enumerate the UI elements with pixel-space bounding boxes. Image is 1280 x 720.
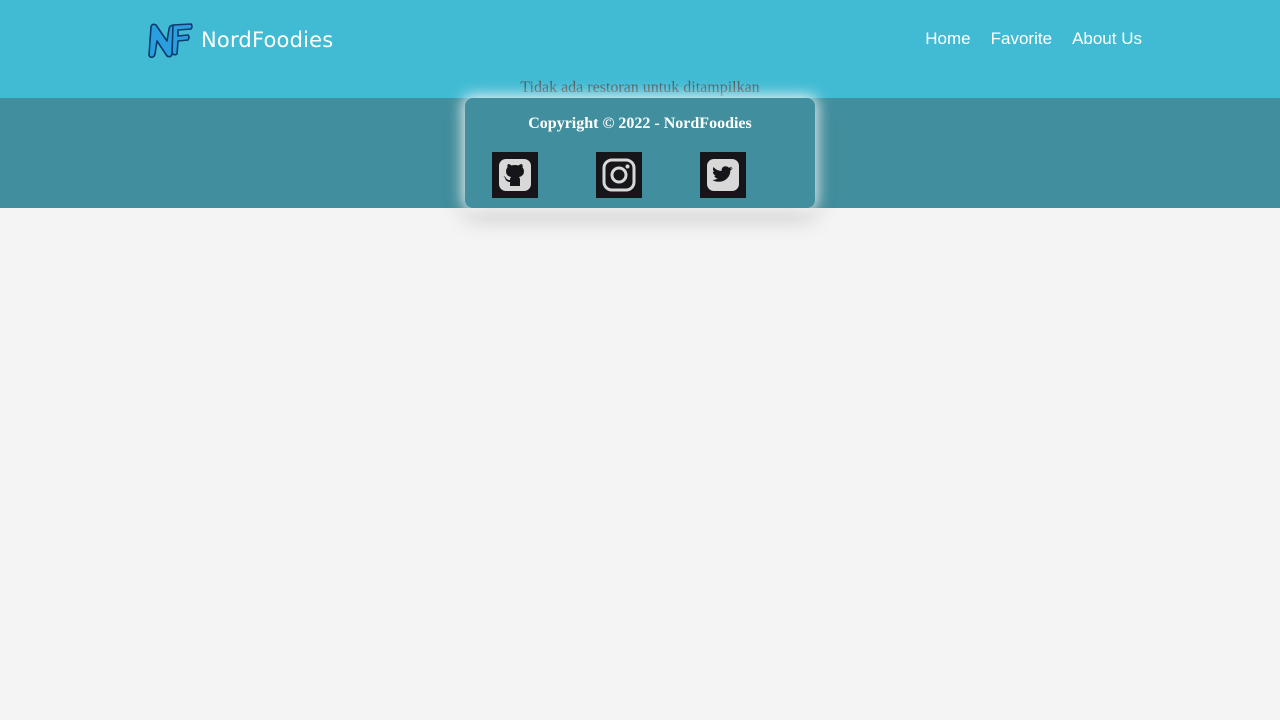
github-link[interactable]: [492, 152, 538, 198]
github-icon: [499, 159, 531, 191]
nav-favorite-link[interactable]: Favorite: [991, 29, 1052, 49]
nav-about-us-link[interactable]: About Us: [1072, 29, 1142, 49]
footer-card: Copyright © 2022 - NordFoodies: [465, 98, 815, 208]
brand-name: NordFoodies: [201, 28, 334, 52]
twitter-icon: [707, 159, 739, 191]
nav-home-link[interactable]: Home: [925, 29, 970, 49]
twitter-link[interactable]: [700, 152, 746, 198]
instagram-link[interactable]: [596, 152, 642, 198]
copyright-text: Copyright © 2022 - NordFoodies: [528, 115, 752, 132]
brand-link[interactable]: NordFoodies: [147, 21, 333, 59]
nordfoodies-logo-icon: [148, 23, 193, 58]
empty-restaurants-message: Tidak ada restoran untuk ditampilkan: [520, 79, 760, 96]
main-nav: Home Favorite About Us: [925, 29, 1142, 49]
instagram-icon: [602, 158, 636, 192]
